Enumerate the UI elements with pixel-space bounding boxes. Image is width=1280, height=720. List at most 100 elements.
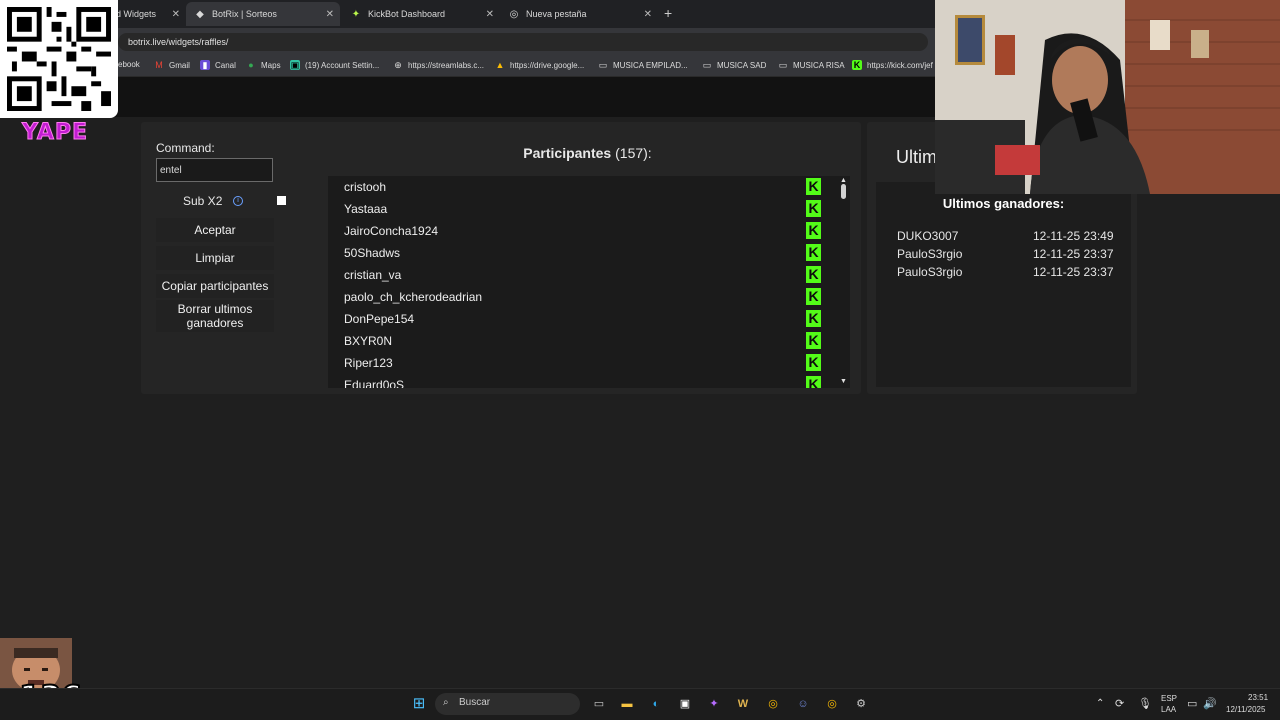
tab-title: d Widgets <box>116 9 157 19</box>
bookmark-streamlabs[interactable]: ⊕ https://streamlabs.c... <box>393 60 484 70</box>
list-item: JairoConcha1924 <box>344 224 439 238</box>
edge-icon[interactable]: ◐ <box>647 695 665 713</box>
bookmark-drive[interactable]: ▲ https://drive.google... <box>495 60 585 70</box>
winner-name: PauloS3rgio <box>897 247 963 261</box>
microphone-icon[interactable]: 🎙 <box>1138 697 1152 710</box>
bookmark-folder-musica-sad[interactable]: ▭ MUSICA SAD <box>702 60 767 70</box>
qr-code <box>0 0 118 118</box>
discord-icon[interactable]: ☺ <box>794 695 812 713</box>
app-store-icon[interactable]: ▣ <box>676 695 694 713</box>
scrollbar-thumb[interactable] <box>841 184 846 199</box>
accept-button[interactable]: Aceptar <box>156 218 274 242</box>
scroll-down-icon[interactable]: ▼ <box>840 378 847 385</box>
info-icon[interactable]: i <box>233 196 243 206</box>
participants-count: (157): <box>615 145 652 161</box>
sub-x2-checkbox[interactable] <box>277 196 286 205</box>
scroll-up-icon[interactable]: ▲ <box>840 177 847 184</box>
kick-icon: K <box>852 60 862 70</box>
folder-icon: ▭ <box>598 60 608 70</box>
winner-date: 12-11-25 23:37 <box>1033 265 1114 279</box>
settings-icon[interactable]: ⚙ <box>852 695 870 713</box>
kick-icon: K <box>806 354 821 371</box>
clear-button[interactable]: Limpiar <box>156 246 274 270</box>
task-view-icon[interactable]: ▭ <box>590 695 608 713</box>
maps-icon: ● <box>248 60 254 70</box>
volume-icon[interactable]: 🔊 <box>1203 697 1217 710</box>
browser-tab-strip: d Widgets ✕ ◆ BotRix | Sorteos ✕ ✦ KickB… <box>0 0 935 28</box>
close-icon[interactable]: ✕ <box>326 9 334 20</box>
new-tab-button[interactable]: + <box>664 5 672 21</box>
bookmark-gmail[interactable]: M Gmail <box>154 60 190 70</box>
bookmark-kick[interactable]: Khttps://kick.com/jef <box>852 60 933 70</box>
chrome-icon[interactable]: ◎ <box>764 695 782 713</box>
game-launcher-icon[interactable]: W <box>734 695 752 713</box>
kick-icon: K <box>806 266 821 283</box>
tab-title: KickBot Dashboard <box>368 9 446 19</box>
command-label: Command: <box>156 141 215 155</box>
taskbar-search[interactable]: ⌕ Buscar <box>435 693 580 715</box>
streamer-webcam-image <box>935 0 1280 194</box>
address-bar[interactable]: botrix.live/widgets/raffles/ <box>118 33 928 51</box>
list-item: paolo_ch_kcherodeadrian <box>344 290 483 304</box>
participants-list[interactable]: cristooh K Yastaaa K JairoConcha1924 K 5… <box>328 176 838 388</box>
close-icon[interactable]: ✕ <box>644 9 652 20</box>
tab-title: Nueva pestaña <box>526 9 587 19</box>
sub-x2-label: Sub X2 <box>183 194 223 208</box>
windows-start-icon[interactable]: ⊞ <box>410 695 428 713</box>
network-icon[interactable]: ▭ <box>1187 697 1197 710</box>
kick-icon: K <box>806 178 821 195</box>
bookmark-folder-musica-risa[interactable]: ▭ MUSICA RISA <box>778 60 845 70</box>
winners-title: Ultimos ganadores: <box>942 196 1065 211</box>
bookmark-account-settings[interactable]: ▣ (19) Account Settin... <box>290 60 379 70</box>
kick-icon: K <box>806 288 821 305</box>
bookmark-facebook[interactable]: ebook <box>118 60 140 69</box>
language-bottom[interactable]: LAA <box>1161 705 1176 714</box>
kick-icon: K <box>806 244 821 261</box>
tab-widgets[interactable]: d Widgets ✕ <box>108 2 186 26</box>
kick-icon: K <box>806 310 821 327</box>
copy-participants-button[interactable]: Copiar participantes <box>156 274 274 298</box>
drive-icon: ▲ <box>495 60 505 70</box>
search-icon: ⌕ <box>443 697 449 708</box>
list-item: Riper123 <box>344 356 393 370</box>
globe-icon: ⊕ <box>394 60 402 70</box>
participants-title: Participantes (157): <box>523 145 652 161</box>
participants-scrollbar[interactable] <box>838 176 850 388</box>
kickbot-icon: ✦ <box>351 8 361 20</box>
list-item: 50Shadws <box>344 246 401 260</box>
tab-nueva-pestana[interactable]: ◎ Nueva pestaña ✕ <box>500 2 658 26</box>
language-top[interactable]: ESP <box>1161 694 1177 703</box>
list-item: DonPepe154 <box>344 312 415 326</box>
bookmarks-bar: ebook M Gmail ▮ Canal ● Maps ▣ (19) Account … <box>0 56 935 77</box>
chevron-up-icon[interactable]: ⌃ <box>1096 698 1104 709</box>
close-icon[interactable]: ✕ <box>486 9 494 20</box>
winner-date: 12-11-25 23:49 <box>1033 229 1114 243</box>
windows-taskbar <box>0 688 1280 720</box>
webcam-overlay <box>935 0 1280 194</box>
copilot-icon[interactable]: ✦ <box>705 695 723 713</box>
list-item: Yastaaa <box>344 202 388 216</box>
chrome-active-icon[interactable]: ◎ <box>823 695 841 713</box>
bookmark-folder-musica-empilad[interactable]: ▭ MUSICA EMPILAD... <box>598 60 688 70</box>
list-item: BXYR0N <box>344 334 393 348</box>
yape-logo: YAPE <box>21 120 89 146</box>
command-input[interactable] <box>156 158 273 182</box>
botrix-icon: ◆ <box>196 8 204 20</box>
bookmark-maps[interactable]: ● Maps <box>246 60 280 70</box>
close-icon[interactable]: ✕ <box>172 9 180 20</box>
clock-time[interactable]: 23:51 <box>1248 693 1268 702</box>
tab-botrix-sorteos[interactable]: ◆ BotRix | Sorteos ✕ <box>186 2 340 26</box>
winner-name: DUKO3007 <box>897 229 959 243</box>
list-item: cristooh <box>344 180 387 194</box>
tab-title: BotRix | Sorteos <box>212 9 277 19</box>
sync-icon[interactable]: ⟳ <box>1115 697 1124 710</box>
twitch-icon: ▮ <box>200 60 210 70</box>
bookmark-canal[interactable]: ▮ Canal <box>200 60 236 70</box>
list-item: Eduard0oS <box>344 378 405 388</box>
file-explorer-icon[interactable]: ▬ <box>618 695 636 713</box>
winners-box <box>876 182 1131 387</box>
delete-winners-button[interactable]: Borrar ultimos ganadores <box>156 300 274 332</box>
clock-date[interactable]: 12/11/2025 <box>1226 705 1265 714</box>
kick-icon: K <box>806 222 821 239</box>
tab-kickbot-dashboard[interactable]: ✦ KickBot Dashboard ✕ <box>342 2 500 26</box>
